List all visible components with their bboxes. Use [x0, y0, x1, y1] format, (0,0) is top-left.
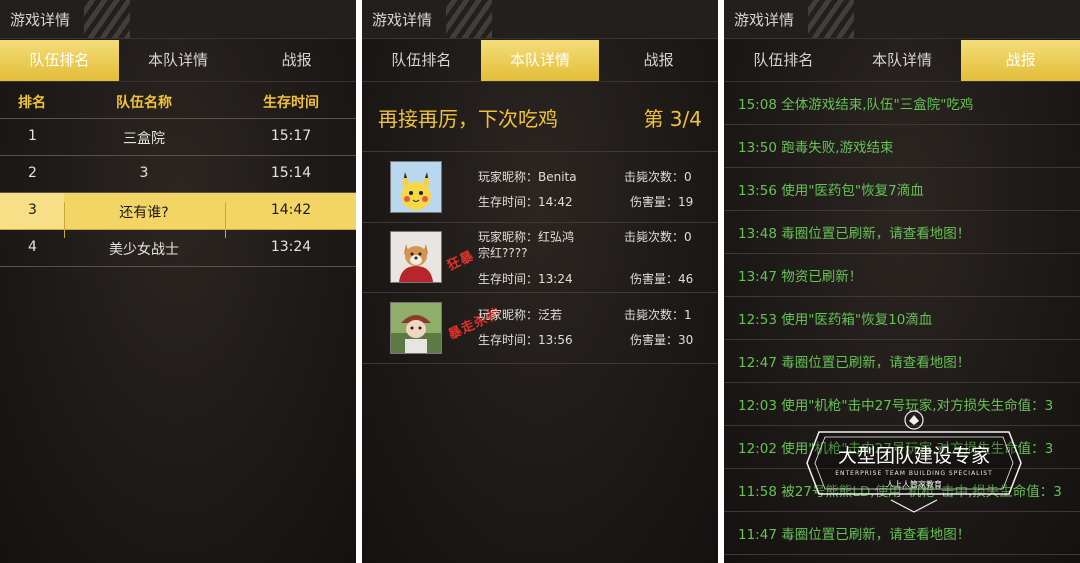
- column-header-rank: 排名: [18, 95, 46, 111]
- battle-event-text: 12:02 使用"机枪"击中27号玩家,对方损失生命值：3: [738, 441, 1054, 457]
- tab-team-ranking[interactable]: 队伍排名: [724, 40, 843, 81]
- player-damage: 伤害量：46: [630, 272, 694, 286]
- tab-bar: 队伍排名 本队详情 战报: [0, 40, 356, 82]
- battle-event-row: 12:02 使用"机枪"击中27号玩家,对方损失生命值：3: [724, 426, 1080, 469]
- player-kills: 击毙次数：1: [624, 308, 692, 322]
- result-headline: 再接再厉，下次吃鸡: [378, 107, 558, 131]
- battle-event-row: 12:03 使用"机枪"击中27号玩家,对方损失生命值：3: [724, 383, 1080, 426]
- title-stamp: 狂暴: [444, 248, 477, 275]
- kid-avatar-icon: [390, 302, 442, 354]
- pikachu-avatar-icon: [390, 161, 442, 213]
- player-nickname: 玩家昵称：Benita: [478, 170, 577, 184]
- battle-event-row: 13:56 使用"医药包"恢复7滴血: [724, 168, 1080, 211]
- team-name-cell: 3: [139, 165, 149, 181]
- team-name-cell: 三盒院: [123, 131, 165, 147]
- team-ranking-panel: 游戏详情 队伍排名 本队详情 战报 排名 队伍名称 生存时间 1 三盒院 15:…: [0, 0, 356, 563]
- team-name-cell: 美少女战士: [109, 242, 179, 258]
- battle-event-text: 13:48 毒圈位置已刷新，请查看地图！: [738, 226, 971, 242]
- battle-event-text: 13:56 使用"医药包"恢复7滴血: [738, 183, 924, 199]
- battle-event-row: 13:50 跑毒失败,游戏结束: [724, 125, 1080, 168]
- page-title: 游戏详情: [734, 11, 795, 29]
- tab-battle-report[interactable]: 战报: [961, 40, 1080, 81]
- battle-report-panel: 游戏详情 队伍排名 本队详情 战报 15:08 全体游戏结束,队伍"三盒院"吃鸡…: [724, 0, 1080, 563]
- title-stripes-decoration: [446, 0, 492, 38]
- title-bar: 游戏详情: [362, 0, 718, 39]
- battle-event-text: 13:47 物资已刷新！: [738, 269, 863, 285]
- battle-event-text: 13:50 跑毒失败,游戏结束: [738, 140, 894, 156]
- player-survival-time: 生存时间：14:42: [478, 195, 573, 209]
- tab-team-details[interactable]: 本队详情: [119, 40, 238, 81]
- battle-event-row: 13:47 物资已刷新！: [724, 254, 1080, 297]
- title-stripes-decoration: [84, 0, 130, 38]
- battle-event-text: 12:53 使用"医药箱"恢复10滴血: [738, 312, 933, 328]
- player-card[interactable]: 狂暴 玩家昵称：红弘鸿 宗红???? 生存时间：13:24 击毙次数：0 伤害量…: [362, 222, 718, 293]
- battle-event-row: 11:47 毒圈位置已刷新，请查看地图！: [724, 512, 1080, 555]
- table-row[interactable]: 1 三盒院 15:17: [0, 119, 356, 156]
- table-row[interactable]: 2 3 15:14: [0, 156, 356, 193]
- player-survival-time: 生存时间：13:56: [478, 333, 573, 347]
- battle-event-text: 11:47 毒圈位置已刷新，请查看地图！: [738, 527, 971, 543]
- tab-battle-report[interactable]: 战报: [599, 40, 718, 81]
- survival-time-cell: 14:42: [270, 202, 312, 218]
- battle-event-row: 13:48 毒圈位置已刷新，请查看地图！: [724, 211, 1080, 254]
- tab-team-details[interactable]: 本队详情: [843, 40, 962, 81]
- column-header-team-name: 队伍名称: [116, 95, 172, 111]
- battle-event-row: 15:08 全体游戏结束,队伍"三盒院"吃鸡: [724, 82, 1080, 125]
- title-bar: 游戏详情: [724, 0, 1080, 39]
- battle-event-text: 11:58 被27号熊熊LD,使用"机枪"击中,损失生命值：3: [738, 484, 1062, 500]
- team-name-cell: 还有谁?: [119, 205, 169, 221]
- rank-cell: 2: [28, 165, 37, 181]
- player-kills: 击毙次数：0: [624, 230, 692, 244]
- page-title: 游戏详情: [10, 11, 71, 29]
- battle-event-text: 12:47 毒圈位置已刷新，请查看地图！: [738, 355, 971, 371]
- player-damage: 伤害量：30: [630, 333, 694, 347]
- battle-event-text: 15:08 全体游戏结束,队伍"三盒院"吃鸡: [738, 97, 974, 113]
- player-card[interactable]: 玩家昵称：Benita 生存时间：14:42 击毙次数：0 伤害量：19: [362, 151, 718, 223]
- battle-event-text: 12:03 使用"机枪"击中27号玩家,对方损失生命值：3: [738, 398, 1054, 414]
- tab-team-details[interactable]: 本队详情: [480, 40, 600, 81]
- tab-battle-report[interactable]: 战报: [237, 40, 356, 81]
- team-details-panel: 游戏详情 队伍排名 本队详情 战报 再接再厉，下次吃鸡 第 3/4 玩家昵称：B…: [362, 0, 718, 563]
- survival-time-cell: 15:14: [270, 165, 312, 181]
- table-row[interactable]: 4 美少女战士 13:24: [0, 230, 356, 267]
- tab-bar: 队伍排名 本队详情 战报: [724, 40, 1080, 82]
- player-card[interactable]: 暴走杀神 玩家昵称：泛若 生存时间：13:56 击毙次数：1 伤害量：30: [362, 293, 718, 364]
- title-bar: 游戏详情: [0, 0, 356, 39]
- tab-team-ranking[interactable]: 队伍排名: [0, 40, 119, 81]
- title-stripes-decoration: [808, 0, 854, 38]
- player-nickname: 玩家昵称：泛若: [478, 308, 563, 322]
- rank-cell: 1: [28, 128, 37, 144]
- rank-cell: 4: [28, 239, 37, 255]
- column-header-survival-time: 生存时间: [263, 95, 319, 111]
- team-rank-text: 第 3/4: [643, 107, 702, 131]
- battle-event-row: 12:53 使用"医药箱"恢复10滴血: [724, 297, 1080, 340]
- player-survival-time: 生存时间：13:24: [478, 272, 573, 286]
- table-row-highlighted[interactable]: 3 还有谁? 14:42: [0, 193, 356, 238]
- survival-time-cell: 15:17: [270, 128, 312, 144]
- battle-event-row: 12:47 毒圈位置已刷新，请查看地图！: [724, 340, 1080, 383]
- tab-team-ranking[interactable]: 队伍排名: [362, 40, 481, 81]
- survival-time-cell: 13:24: [270, 239, 312, 255]
- player-nickname-continued: 宗红????: [478, 246, 528, 260]
- player-damage: 伤害量：19: [630, 195, 694, 209]
- player-nickname: 玩家昵称：红弘鸿: [478, 230, 575, 244]
- player-kills: 击毙次数：0: [624, 170, 692, 184]
- battle-event-row: 11:58 被27号熊熊LD,使用"机枪"击中,损失生命值：3: [724, 469, 1080, 512]
- page-title: 游戏详情: [372, 11, 433, 29]
- ranking-table-header: 排名 队伍名称 生存时间: [0, 84, 356, 119]
- rank-cell: 3: [28, 202, 37, 218]
- dog-avatar-icon: [390, 231, 442, 283]
- tab-bar: 队伍排名 本队详情 战报: [362, 40, 718, 82]
